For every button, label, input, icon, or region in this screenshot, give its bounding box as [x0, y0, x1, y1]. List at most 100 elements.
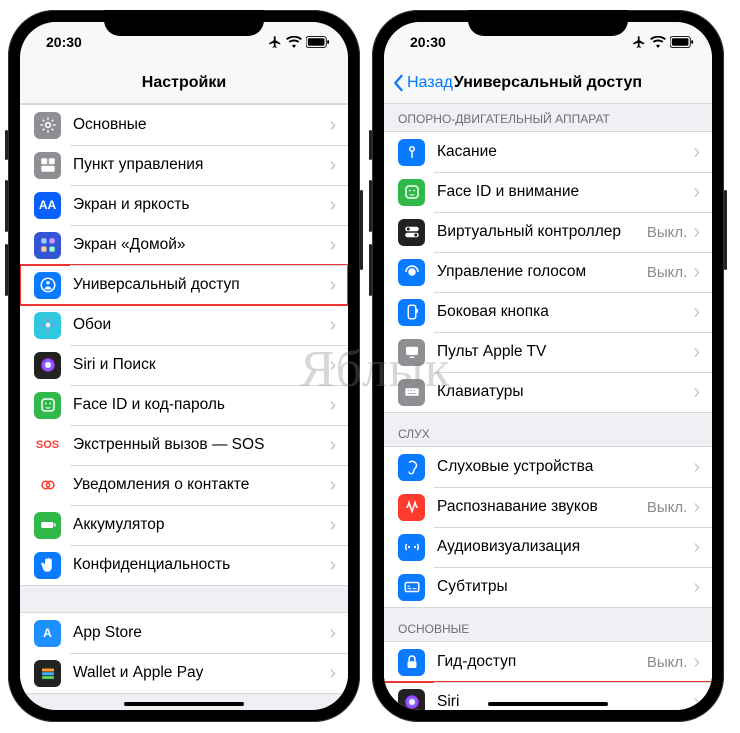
guided-icon	[398, 649, 425, 676]
phone-left: 20:30 Настройки Основные›Пункт управлени…	[8, 10, 360, 722]
row-battery[interactable]: Аккумулятор›	[20, 505, 348, 545]
status-time: 20:30	[46, 34, 82, 50]
chevron-right-icon: ›	[693, 651, 700, 674]
general-icon	[34, 112, 61, 139]
switch-control-icon	[398, 219, 425, 246]
row-exposure[interactable]: Уведомления о контакте›	[20, 465, 348, 505]
chevron-right-icon: ›	[329, 194, 336, 217]
chevron-right-icon: ›	[693, 261, 700, 284]
row-hearing[interactable]: Слуховые устройства›	[384, 447, 712, 487]
home-indicator[interactable]	[124, 702, 244, 706]
row-subtitles[interactable]: Субтитры›	[384, 567, 712, 607]
chevron-left-icon	[392, 74, 404, 92]
row-label: Управление голосом	[437, 263, 647, 281]
app-store-icon: A	[34, 620, 61, 647]
battery-icon	[34, 512, 61, 539]
row-privacy[interactable]: Конфиденциальность›	[20, 545, 348, 585]
row-label: Основные	[73, 116, 329, 134]
row-siri[interactable]: Siri и Поиск›	[20, 345, 348, 385]
row-general[interactable]: Основные›	[20, 105, 348, 145]
chevron-right-icon: ›	[329, 662, 336, 685]
battery-icon	[670, 36, 694, 48]
home-screen-icon	[34, 232, 61, 259]
nav-bar: Настройки	[20, 62, 348, 104]
row-side-button[interactable]: Боковая кнопка›	[384, 292, 712, 332]
status-time: 20:30	[410, 34, 446, 50]
row-sos[interactable]: SOSЭкстренный вызов — SOS›	[20, 425, 348, 465]
wallpaper-icon	[34, 312, 61, 339]
chevron-right-icon: ›	[329, 234, 336, 257]
row-switch-control[interactable]: Виртуальный контроллерВыкл.›	[384, 212, 712, 252]
row-value: Выкл.	[647, 224, 687, 241]
chevron-right-icon: ›	[329, 474, 336, 497]
chevron-right-icon: ›	[693, 341, 700, 364]
exposure-icon	[34, 472, 61, 499]
section-header: СЛУХ	[384, 413, 712, 446]
row-label: Распознавание звуков	[437, 498, 647, 516]
row-label: Клавиатуры	[437, 383, 693, 401]
side-button-icon	[398, 299, 425, 326]
wallet-icon	[34, 660, 61, 687]
row-label: Пульт Apple TV	[437, 343, 693, 361]
back-button[interactable]: Назад	[392, 62, 453, 103]
chevron-right-icon: ›	[329, 514, 336, 537]
chevron-right-icon: ›	[693, 456, 700, 479]
chevron-right-icon: ›	[329, 354, 336, 377]
row-sound-rec[interactable]: Распознавание звуковВыкл.›	[384, 487, 712, 527]
touch-icon	[398, 139, 425, 166]
back-label: Назад	[407, 74, 453, 92]
row-label: Аккумулятор	[73, 516, 329, 534]
sound-rec-icon	[398, 494, 425, 521]
row-guided[interactable]: Гид-доступВыкл. ›	[384, 642, 712, 682]
chevron-right-icon: ›	[329, 114, 336, 137]
row-label: Face ID и код-пароль	[73, 396, 329, 414]
row-wallet[interactable]: Wallet и Apple Pay›	[20, 653, 348, 693]
section-header: ОПОРНО-ДВИГАТЕЛЬНЫЙ АППАРАТ	[384, 104, 712, 131]
wifi-icon	[650, 36, 666, 48]
row-siri2[interactable]: Siri›	[384, 682, 712, 710]
page-title: Универсальный доступ	[454, 74, 642, 92]
row-label: Уведомления о контакте	[73, 476, 329, 494]
airplane-icon	[632, 35, 646, 49]
row-touch[interactable]: Касание›	[384, 132, 712, 172]
chevron-right-icon: ›	[693, 691, 700, 711]
siri-icon	[34, 352, 61, 379]
row-audio-vis[interactable]: Аудиовизуализация›	[384, 527, 712, 567]
row-control-center[interactable]: Пункт управления›	[20, 145, 348, 185]
row-value: Выкл.	[647, 654, 687, 671]
row-wallpaper[interactable]: Обои›	[20, 305, 348, 345]
row-label: Касание	[437, 143, 693, 161]
row-label: Экстренный вызов — SOS	[73, 436, 329, 454]
phone-right: 20:30 Назад Универсальный доступ ОПОРНО-…	[372, 10, 724, 722]
row-display[interactable]: AA Экран и яркость›	[20, 185, 348, 225]
chevron-right-icon: ›	[693, 181, 700, 204]
chevron-right-icon: ›	[329, 274, 336, 297]
row-voice-control[interactable]: Управление голосомВыкл. ›	[384, 252, 712, 292]
row-label: Siri и Поиск	[73, 356, 329, 374]
row-label: Экран и яркость	[73, 196, 329, 214]
chevron-right-icon: ›	[693, 141, 700, 164]
row-faceid[interactable]: Face ID и код-пароль›	[20, 385, 348, 425]
audio-vis-icon	[398, 534, 425, 561]
row-accessibility[interactable]: Универсальный доступ›	[20, 265, 348, 305]
section-header: ОСНОВНЫЕ	[384, 608, 712, 641]
row-apple-tv[interactable]: Пульт Apple TV›	[384, 332, 712, 372]
voice-control-icon	[398, 259, 425, 286]
chevron-right-icon: ›	[693, 221, 700, 244]
row-home-screen[interactable]: Экран «Домой»›	[20, 225, 348, 265]
privacy-icon	[34, 552, 61, 579]
row-keyboards[interactable]: Клавиатуры›	[384, 372, 712, 412]
row-label: Гид-доступ	[437, 653, 647, 671]
row-value: Выкл.	[647, 264, 687, 281]
row-label: Универсальный доступ	[73, 276, 329, 294]
display-icon: AA	[34, 192, 61, 219]
chevron-right-icon: ›	[329, 314, 336, 337]
settings-list[interactable]: Основные›Пункт управления›AAЭкран и ярко…	[20, 104, 348, 710]
chevron-right-icon: ›	[693, 576, 700, 599]
row-label: Экран «Домой»	[73, 236, 329, 254]
control-center-icon	[34, 152, 61, 179]
battery-icon	[306, 36, 330, 48]
row-face-attention[interactable]: Face ID и внимание›	[384, 172, 712, 212]
row-app-store[interactable]: AApp Store›	[20, 613, 348, 653]
accessibility-list[interactable]: ОПОРНО-ДВИГАТЕЛЬНЫЙ АППАРАТКасание›Face …	[384, 104, 712, 710]
